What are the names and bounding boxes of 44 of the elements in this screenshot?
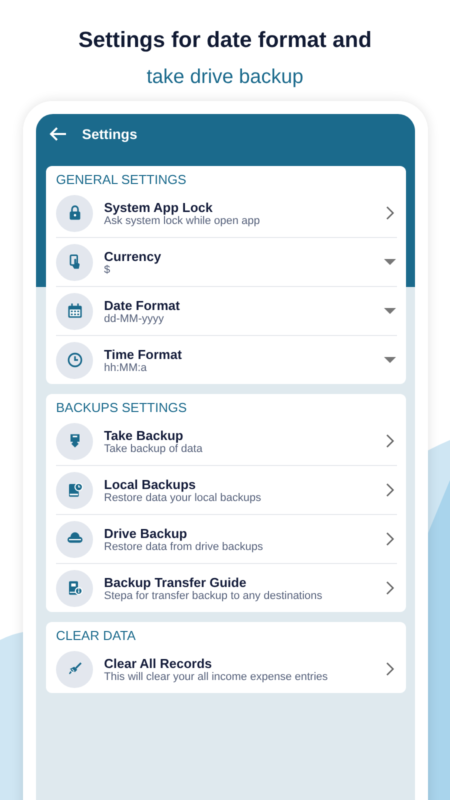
guide-book-icon — [56, 570, 93, 606]
dropdown-caret-icon — [383, 257, 397, 267]
settings-item[interactable]: Local Backups Restore data your local backups — [56, 465, 397, 514]
section-title: CLEAR DATA — [56, 627, 137, 645]
dropdown-caret-icon — [383, 306, 397, 316]
item-subtitle: $ — [104, 264, 110, 276]
lock-icon — [56, 194, 93, 232]
section-title: BACKUPS SETTINGS — [56, 399, 188, 417]
item-subtitle: Take backup of data — [104, 442, 204, 454]
item-subtitle: Restore data your local backups — [104, 492, 262, 504]
item-title: System App Lock — [104, 200, 214, 214]
item-subtitle: Restore data from drive backups — [104, 540, 264, 552]
item-title: Clear All Records — [104, 656, 213, 670]
item-title: Time Format — [104, 346, 183, 362]
settings-item[interactable]: Take Backup Take backup of data — [56, 417, 397, 465]
headline-title: Settings for date format and — [77, 26, 373, 54]
section-title: GENERAL SETTINGS — [56, 171, 188, 189]
item-title: Local Backups — [104, 476, 197, 492]
hand-card-icon — [56, 244, 93, 280]
settings-item[interactable]: Drive Backup Restore data from drive backups — [56, 514, 397, 563]
calendar-icon — [56, 292, 93, 330]
item-title: Drive Backup — [104, 526, 188, 540]
dropdown-caret-icon — [383, 355, 397, 365]
item-title: Date Format — [104, 298, 181, 312]
settings-item[interactable]: Backup Transfer Guide Stepa for transfer backup to any destinations — [56, 563, 397, 612]
item-title: Take Backup — [104, 428, 184, 442]
item-subtitle: hh:MM:a — [104, 362, 148, 374]
download-file-icon — [56, 422, 93, 460]
toolbar-title: Settings — [82, 126, 138, 142]
book-clock-icon — [56, 472, 93, 508]
settings-item[interactable]: System App Lock Ask system lock while open app — [56, 189, 397, 237]
item-subtitle: Ask system lock while open app — [104, 214, 261, 226]
item-subtitle: Stepa for transfer backup to any destinations — [104, 590, 324, 602]
settings-item[interactable]: Currency $ — [56, 237, 397, 286]
settings-item[interactable]: Clear All Records This will clear your all income expense entries — [56, 645, 397, 693]
headline-subtitle: take drive backup — [146, 65, 304, 90]
item-title: Backup Transfer Guide — [104, 574, 248, 590]
item-title: Currency — [104, 248, 162, 264]
settings-item[interactable]: Date Format dd-MM-yyyy — [56, 286, 397, 335]
broom-icon — [56, 650, 93, 688]
item-subtitle: This will clear your all income expense entries — [104, 670, 329, 682]
settings-item[interactable]: Time Format hh:MM:a — [56, 335, 397, 384]
clock-icon — [56, 342, 93, 378]
item-subtitle: dd-MM-yyyy — [104, 312, 165, 324]
